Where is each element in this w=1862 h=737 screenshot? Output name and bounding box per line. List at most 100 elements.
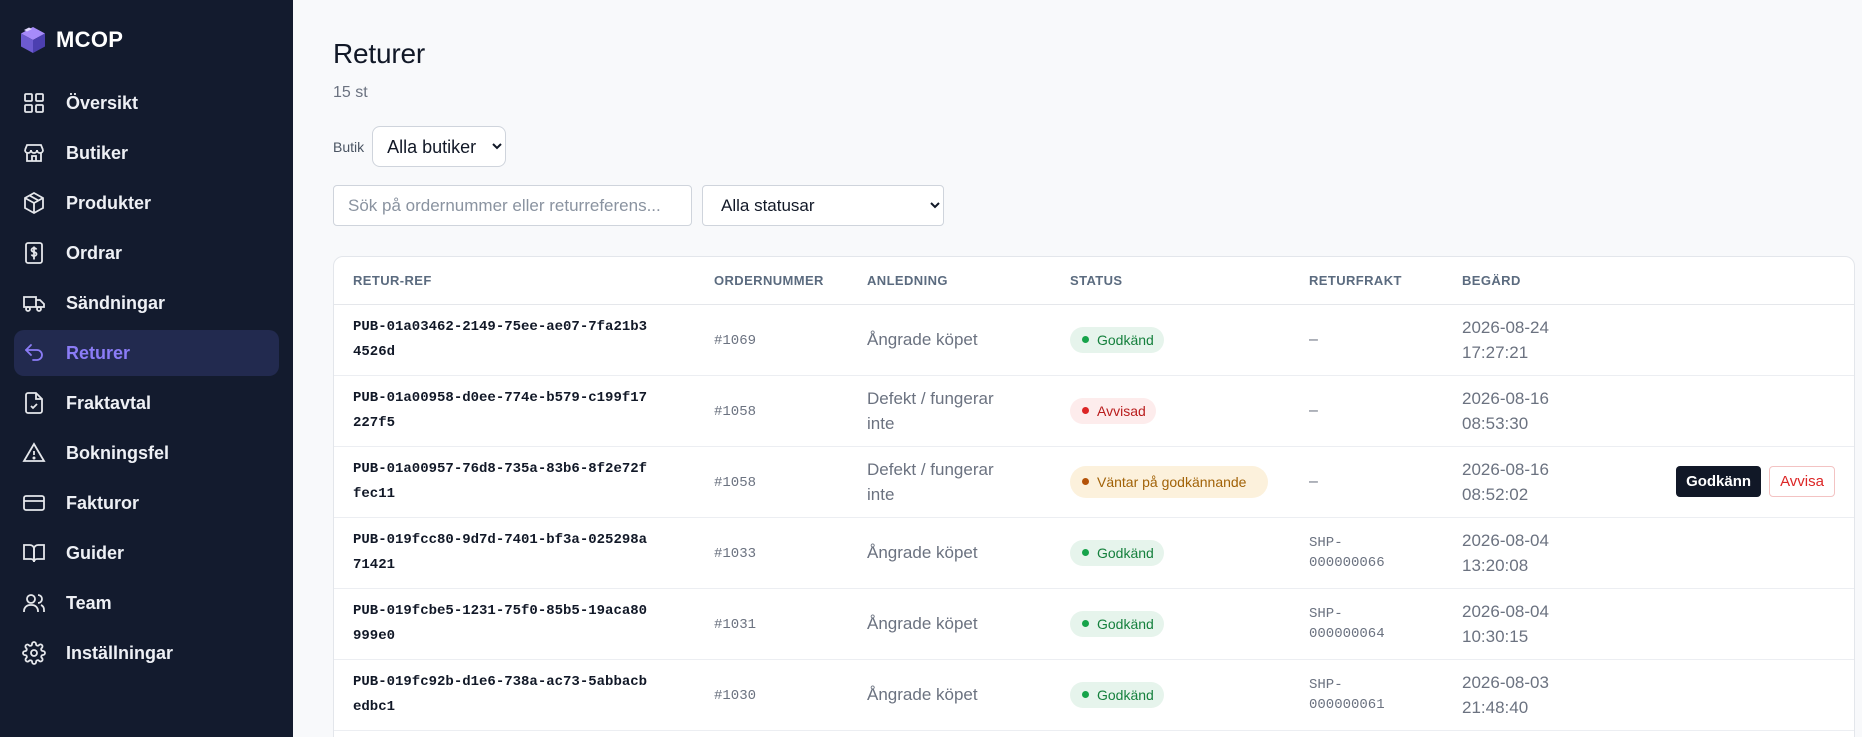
return-ref: PUB-01a00957-76d8-735a-83b6-8f2e72ffec11 xyxy=(353,460,648,502)
truck-icon xyxy=(22,291,46,315)
table-row[interactable]: PUB-019fcbe5-1231-75f0-85b5-19aca80999e0… xyxy=(334,588,1854,660)
sidebar-item-label: Sändningar xyxy=(66,292,166,313)
sidebar-item-label: Bokningsfel xyxy=(66,442,170,463)
return-count: 15 st xyxy=(333,84,368,101)
status-text: Väntar på godkännande xyxy=(1097,473,1247,490)
column-header-ref: RETUR-REF xyxy=(334,257,714,305)
credit-card-icon xyxy=(22,491,46,515)
status-badge: Godkänd xyxy=(1070,539,1164,566)
sidebar-item-label: Returer xyxy=(66,342,131,363)
sidebar: MCOP Översikt Butiker Produkter Ordrar S… xyxy=(0,0,293,737)
order-number: #1033 xyxy=(714,545,757,562)
sidebar-item-label: Ordrar xyxy=(66,242,123,263)
return-freight[interactable]: SHP-000000064 xyxy=(1309,604,1399,644)
sidebar-nav: Översikt Butiker Produkter Ordrar Sändni… xyxy=(0,80,293,676)
cube-logo-icon xyxy=(21,27,45,53)
table-row[interactable]: PUB-01a03462-2149-75ee-ae07-7fa21b34526d… xyxy=(334,304,1854,376)
return-reason: Ångrade köpet xyxy=(867,543,978,562)
table-row[interactable]: PUB-01a00958-d0ee-774e-b579-c199f17227f5… xyxy=(334,375,1854,447)
book-icon xyxy=(22,541,46,565)
sidebar-item-produkter[interactable]: Produkter xyxy=(14,180,279,226)
requested-date: 2026-08-16 08:52:02 xyxy=(1462,459,1549,504)
return-ref: PUB-01a00958-d0ee-774e-b579-c199f17227f5 xyxy=(353,389,648,431)
sidebar-item-ordrar[interactable]: Ordrar xyxy=(14,230,279,276)
sidebar-item-label: Inställningar xyxy=(66,642,174,663)
sidebar-item-butiker[interactable]: Butiker xyxy=(14,130,279,176)
table-row[interactable]: PUB-019fcc80-9d7d-7401-bf3a-025298a71421… xyxy=(334,517,1854,589)
status-dot xyxy=(1082,620,1089,627)
warning-icon xyxy=(22,441,46,465)
sidebar-item-sandningar[interactable]: Sändningar xyxy=(14,280,279,326)
return-arrow-icon xyxy=(22,341,46,365)
requested-date: 2026-08-03 21:48:40 xyxy=(1462,672,1549,717)
return-freight[interactable]: SHP-000000066 xyxy=(1309,533,1399,573)
package-icon xyxy=(22,191,46,215)
table-row[interactable]: PUB-019fc92b-d1e6-738a-ac73-5abbacbedbc1… xyxy=(334,659,1854,731)
status-dot xyxy=(1082,407,1089,414)
sidebar-item-label: Produkter xyxy=(66,192,152,213)
sidebar-item-returer[interactable]: Returer xyxy=(14,330,279,376)
column-header-freight: RETURFRAKT xyxy=(1309,257,1462,305)
column-header-reason: ANLEDNING xyxy=(867,257,1070,305)
search-input[interactable] xyxy=(333,185,692,226)
sidebar-item-label: Guider xyxy=(66,542,125,563)
return-freight: – xyxy=(1309,330,1318,348)
order-number: #1058 xyxy=(714,474,757,491)
status-badge: Godkänd xyxy=(1070,326,1164,353)
shop-filter: Butik Alla butiker xyxy=(333,126,1862,167)
status-badge: Godkänd xyxy=(1070,681,1164,708)
return-ref: PUB-019fcbe5-1231-75f0-85b5-19aca80999e0 xyxy=(353,602,648,644)
return-ref: PUB-01a03462-2149-75ee-ae07-7fa21b34526d xyxy=(353,318,648,360)
filter-row: Alla statusar xyxy=(333,185,1862,226)
returns-table: RETUR-REF ORDERNUMMER ANLEDNING STATUS R… xyxy=(333,256,1855,737)
brand-name: MCOP xyxy=(56,27,124,52)
reject-button[interactable]: Avvisa xyxy=(1769,466,1835,497)
column-header-order: ORDERNUMMER xyxy=(714,257,867,305)
status-badge: Avvisad xyxy=(1070,397,1156,424)
requested-date: 2026-08-04 13:20:08 xyxy=(1462,530,1549,575)
status-dot xyxy=(1082,549,1089,556)
shop-select[interactable]: Alla butiker xyxy=(372,126,507,167)
status-text: Godkänd xyxy=(1097,331,1154,348)
return-freight[interactable]: SHP-000000061 xyxy=(1309,675,1399,715)
order-number: #1030 xyxy=(714,687,757,704)
users-icon xyxy=(22,591,46,615)
shop-filter-label: Butik xyxy=(333,138,365,155)
table-header-row: RETUR-REF ORDERNUMMER ANLEDNING STATUS R… xyxy=(334,257,1854,305)
gear-icon xyxy=(22,641,46,665)
table-row[interactable]: PUB-01a00957-76d8-735a-83b6-8f2e72ffec11… xyxy=(334,446,1854,518)
return-freight: – xyxy=(1309,472,1318,490)
status-dot xyxy=(1082,478,1089,485)
sidebar-item-guider[interactable]: Guider xyxy=(14,530,279,576)
return-reason: Ångrade köpet xyxy=(867,330,978,349)
brand[interactable]: MCOP xyxy=(0,0,293,80)
sidebar-item-fraktavtal[interactable]: Fraktavtal xyxy=(14,380,279,426)
status-text: Godkänd xyxy=(1097,544,1154,561)
sidebar-item-bokningsfel[interactable]: Bokningsfel xyxy=(14,430,279,476)
status-text: Godkänd xyxy=(1097,615,1154,632)
sidebar-item-installningar[interactable]: Inställningar xyxy=(14,630,279,676)
approve-button[interactable]: Godkänn xyxy=(1676,466,1762,497)
return-reason: Defekt / fungerar inte xyxy=(867,388,994,433)
sidebar-item-oversikt[interactable]: Översikt xyxy=(14,80,279,126)
return-ref: PUB-019fcc80-9d7d-7401-bf3a-025298a71421 xyxy=(353,531,648,573)
sidebar-item-label: Team xyxy=(66,592,112,613)
column-header-status: STATUS xyxy=(1070,257,1309,305)
status-text: Godkänd xyxy=(1097,686,1154,703)
column-header-date: BEGÄRD xyxy=(1462,257,1622,305)
grid-icon xyxy=(22,91,46,115)
status-badge: Godkänd xyxy=(1070,610,1164,637)
dollar-document-icon xyxy=(22,241,46,265)
return-reason: Ångrade köpet xyxy=(867,685,978,704)
return-freight: – xyxy=(1309,401,1318,419)
sidebar-item-team[interactable]: Team xyxy=(14,580,279,626)
sidebar-item-label: Översikt xyxy=(66,92,139,113)
contract-icon xyxy=(22,391,46,415)
sidebar-item-label: Butiker xyxy=(66,142,129,163)
main-content: Returer 15 st Butik Alla butiker Alla st… xyxy=(293,0,1862,737)
requested-date: 2026-08-16 08:53:30 xyxy=(1462,388,1549,433)
order-number: #1058 xyxy=(714,403,757,420)
status-select[interactable]: Alla statusar xyxy=(702,185,944,226)
sidebar-item-fakturor[interactable]: Fakturor xyxy=(14,480,279,526)
order-number: #1069 xyxy=(714,332,757,349)
